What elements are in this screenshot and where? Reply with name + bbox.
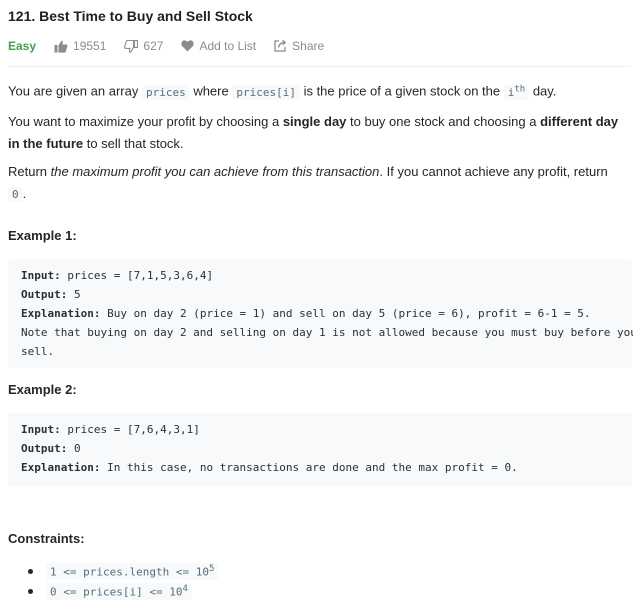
bullet — [28, 588, 33, 594]
example-1-explanation: Explanation: Buy on day 2 (price = 1) an… — [21, 307, 591, 320]
example-2-heading: Example 2: — [8, 382, 77, 397]
like-count: 19551 — [73, 39, 107, 53]
description-paragraph-3: Return the maximum profit you can achiev… — [8, 164, 608, 202]
like-button[interactable]: 19551 — [54, 39, 106, 53]
constraint-item: 0 <= prices[i] <= 104 — [28, 583, 192, 600]
example-1-note-line-1: Note that buying on day 2 and selling on… — [21, 326, 633, 339]
bullet — [28, 568, 33, 574]
example-1-input: Input: prices = [7,1,5,3,6,4] — [21, 269, 214, 282]
inline-code: prices — [141, 84, 190, 100]
dislike-button[interactable]: 627 — [124, 39, 163, 53]
example-2-output: Output: 0 — [21, 442, 81, 455]
inline-code: 0 — [8, 187, 23, 202]
heart-icon — [181, 40, 195, 52]
problem-title: 121. Best Time to Buy and Sell Stock — [8, 8, 253, 24]
constraint-item: 1 <= prices.length <= 105 — [28, 563, 219, 580]
example-1-note-line-2: sell. — [21, 345, 55, 358]
description-paragraph-1: You are given an array prices where pric… — [8, 83, 557, 100]
header-divider — [8, 66, 630, 67]
inline-code: prices[i] — [232, 84, 300, 100]
example-2-block: Input: prices = [7,6,4,3,1] Output: 0 Ex… — [8, 413, 632, 486]
share-label: Share — [292, 39, 325, 53]
constraint-code: 0 <= prices[i] <= 104 — [46, 583, 192, 600]
difficulty-label: Easy — [8, 39, 37, 53]
constraint-code: 1 <= prices.length <= 105 — [46, 563, 219, 580]
share-icon — [274, 40, 287, 52]
constraints-heading: Constraints: — [8, 531, 85, 546]
add-to-list-button[interactable]: Add to List — [181, 39, 256, 53]
example-1-block: Input: prices = [7,1,5,3,6,4] Output: 5 … — [8, 259, 633, 368]
problem-page: 121. Best Time to Buy and Sell Stock Eas… — [0, 0, 633, 605]
example-1-output: Output: 5 — [21, 288, 81, 301]
example-2-explanation: Explanation: In this case, no transactio… — [21, 461, 518, 474]
thumbs-down-icon — [124, 39, 139, 53]
dislike-count: 627 — [143, 39, 164, 53]
inline-code: ith — [503, 84, 530, 100]
share-button[interactable]: Share — [274, 39, 324, 53]
example-2-input: Input: prices = [7,6,4,3,1] — [21, 423, 200, 436]
thumbs-up-icon — [54, 40, 68, 53]
problem-meta-bar: Easy 19551 627 Add to List Share — [8, 38, 342, 54]
example-1-heading: Example 1: — [8, 228, 77, 243]
add-to-list-label: Add to List — [199, 39, 257, 53]
description-paragraph-2: You want to maximize your profit by choo… — [8, 114, 619, 151]
